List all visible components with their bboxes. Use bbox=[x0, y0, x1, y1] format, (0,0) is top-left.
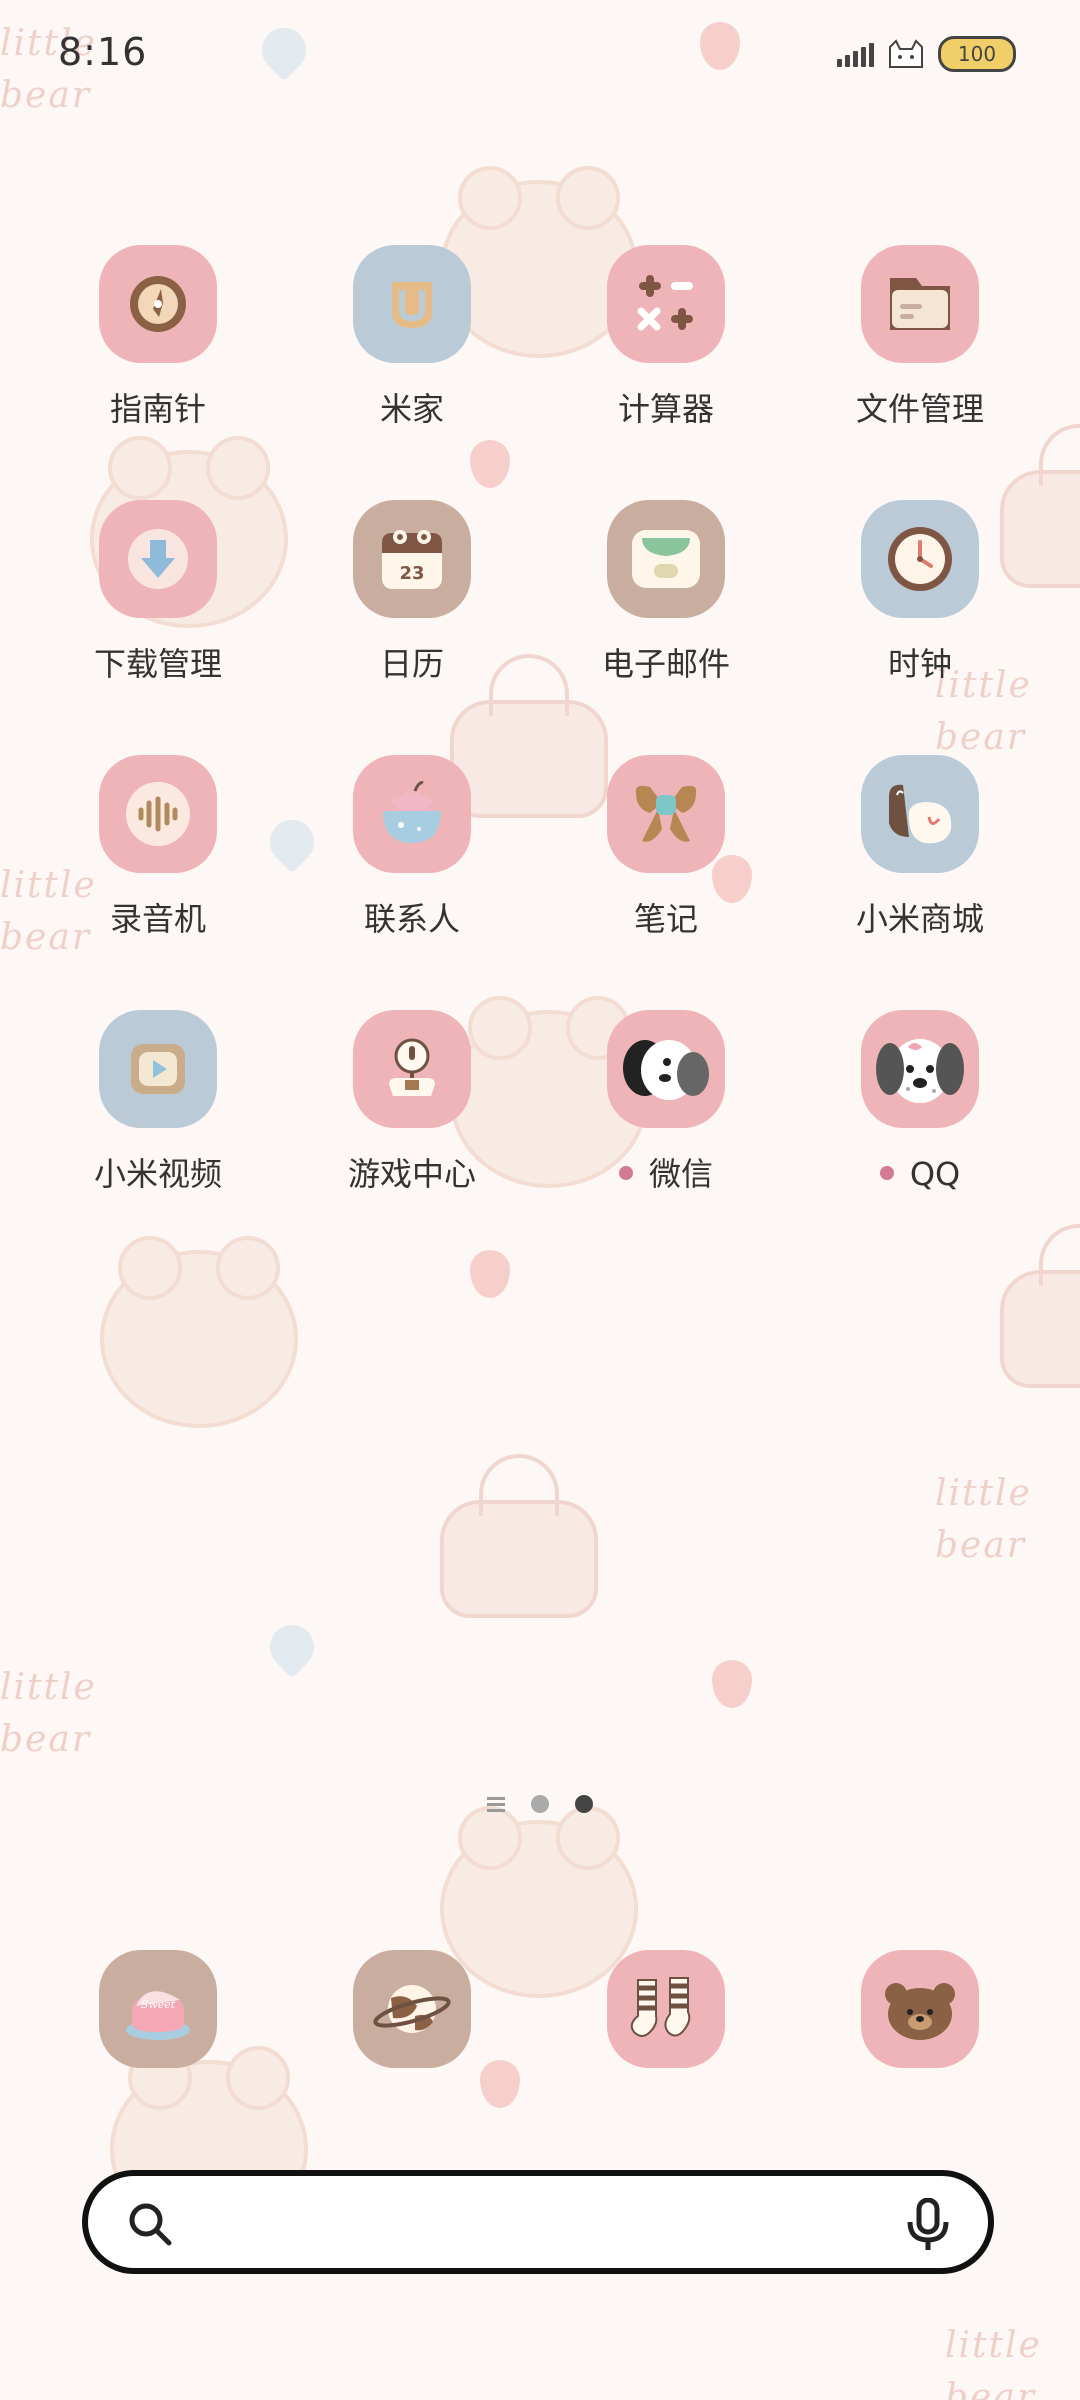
calculator-icon bbox=[607, 245, 725, 363]
download-icon bbox=[99, 500, 217, 618]
app-label: 文件管理 bbox=[855, 390, 984, 428]
calendar-icon: 23 bbox=[353, 500, 471, 618]
cake-icon: Sweet bbox=[99, 1950, 217, 2068]
app-qq[interactable]: QQ bbox=[820, 1010, 1020, 1194]
bear-icon bbox=[861, 1950, 979, 2068]
game-center-icon bbox=[353, 1010, 471, 1128]
file-manager-icon bbox=[861, 245, 979, 363]
app-recorder[interactable]: 录音机 bbox=[58, 755, 258, 939]
wechat-icon bbox=[607, 1010, 725, 1128]
bag-decoration bbox=[1000, 1224, 1080, 1388]
app-label: 笔记 bbox=[633, 900, 698, 938]
app-label: 下载管理 bbox=[93, 645, 222, 683]
app-game-center[interactable]: 游戏中心 bbox=[312, 1010, 512, 1194]
app-label: 电子邮件 bbox=[601, 645, 730, 683]
email-icon bbox=[607, 500, 725, 618]
app-mi-video[interactable]: 小米视频 bbox=[58, 1010, 258, 1194]
dock-app-socks[interactable] bbox=[566, 1950, 766, 2068]
bear-decoration bbox=[100, 1236, 298, 1428]
contacts-icon bbox=[353, 755, 471, 873]
app-file-manager[interactable]: 文件管理 bbox=[820, 245, 1020, 429]
search-bar[interactable] bbox=[82, 2170, 994, 2274]
clock-time: 8:16 bbox=[58, 30, 148, 74]
app-label: 录音机 bbox=[109, 900, 206, 938]
page-dot-2[interactable] bbox=[575, 1795, 593, 1813]
app-wechat[interactable]: 微信 bbox=[566, 1010, 766, 1194]
app-label: 联系人 bbox=[363, 900, 460, 938]
status-bar: 8:16 100 bbox=[0, 0, 1080, 112]
mi-video-icon bbox=[99, 1010, 217, 1128]
socks-icon bbox=[607, 1950, 725, 2068]
qq-icon bbox=[861, 1010, 979, 1128]
page-indicator[interactable] bbox=[0, 1795, 1080, 1813]
app-mi-home[interactable]: 米家 bbox=[312, 245, 512, 429]
strawberry-decoration bbox=[712, 1660, 752, 1708]
microphone-icon[interactable] bbox=[904, 2198, 952, 2252]
app-notes[interactable]: 笔记 bbox=[566, 755, 766, 939]
signal-icon bbox=[837, 41, 874, 67]
app-calendar[interactable]: 23 日历 bbox=[312, 500, 512, 684]
clock-icon bbox=[861, 500, 979, 618]
feed-page-icon[interactable] bbox=[487, 1796, 505, 1812]
app-contacts[interactable]: 联系人 bbox=[312, 755, 512, 939]
dock-app-bear[interactable] bbox=[820, 1950, 1020, 2068]
app-calculator[interactable]: 计算器 bbox=[566, 245, 766, 429]
cat-icon bbox=[889, 39, 923, 68]
battery-icon: 100 bbox=[938, 36, 1016, 72]
app-label: 小米商城 bbox=[855, 900, 984, 938]
search-icon[interactable] bbox=[126, 2200, 174, 2248]
app-mi-store[interactable]: 小米商城 bbox=[820, 755, 1020, 939]
strawberry-decoration bbox=[470, 440, 510, 488]
app-label: 米家 bbox=[379, 390, 444, 428]
app-label: 日历 bbox=[379, 645, 444, 683]
heart-decoration bbox=[260, 1615, 324, 1679]
wallpaper-text: little bear bbox=[0, 1667, 97, 1760]
strawberry-decoration bbox=[470, 1250, 510, 1298]
wallpaper-text: little bear bbox=[945, 2325, 1042, 2400]
app-label: 指南针 bbox=[109, 390, 206, 428]
wallpaper-text: little bear bbox=[935, 1473, 1032, 1566]
new-notification-dot bbox=[879, 1166, 894, 1180]
status-icons: 100 bbox=[837, 36, 1016, 72]
app-label: QQ bbox=[820, 1154, 1020, 1194]
app-compass[interactable]: 指南针 bbox=[58, 245, 258, 429]
calendar-day: 23 bbox=[399, 563, 424, 584]
dock-app-planet[interactable] bbox=[312, 1950, 512, 2068]
new-notification-dot bbox=[618, 1166, 633, 1180]
app-clock[interactable]: 时钟 bbox=[820, 500, 1020, 684]
search-input[interactable] bbox=[198, 2194, 878, 2254]
app-email[interactable]: 电子邮件 bbox=[566, 500, 766, 684]
app-label: 微信 bbox=[566, 1154, 766, 1194]
app-label: 游戏中心 bbox=[347, 1155, 476, 1193]
planet-icon bbox=[353, 1950, 471, 2068]
notes-icon bbox=[607, 755, 725, 873]
page-dot-1[interactable] bbox=[531, 1795, 549, 1813]
compass-icon bbox=[99, 245, 217, 363]
mi-home-icon bbox=[353, 245, 471, 363]
recorder-icon bbox=[99, 755, 217, 873]
bag-decoration bbox=[440, 1454, 598, 1618]
app-download-manager[interactable]: 下载管理 bbox=[58, 500, 258, 684]
mi-store-icon bbox=[861, 755, 979, 873]
dock-app-cake[interactable]: Sweet bbox=[58, 1950, 258, 2068]
app-label: 小米视频 bbox=[93, 1155, 222, 1193]
svg-text:Sweet: Sweet bbox=[141, 1998, 176, 2011]
app-label: 计算器 bbox=[617, 390, 714, 428]
app-label: 时钟 bbox=[887, 645, 952, 683]
